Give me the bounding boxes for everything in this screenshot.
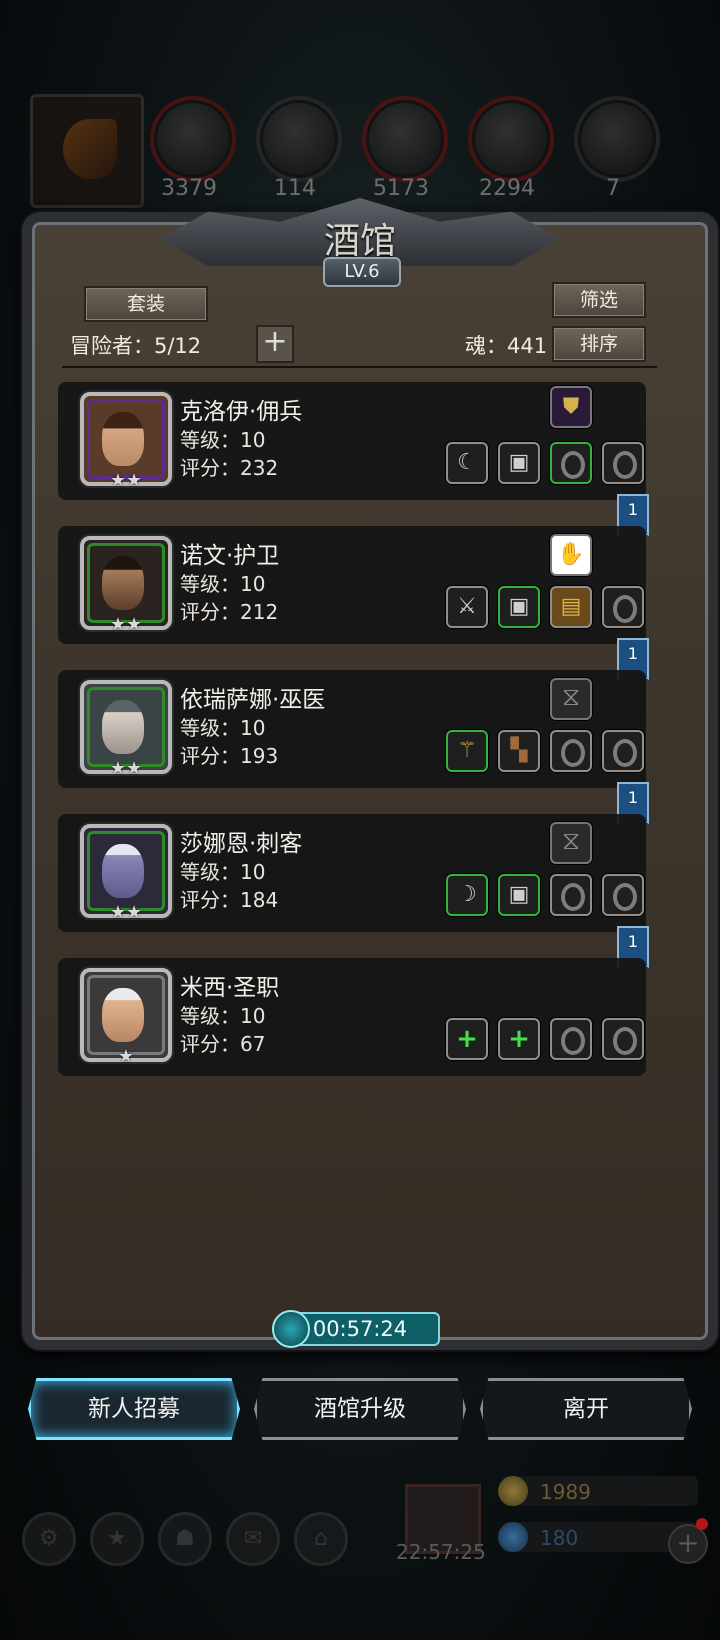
hero-score: 评分：184	[180, 888, 279, 912]
hero-name: 米西·圣职	[180, 975, 280, 1001]
hero-stars: ★★	[109, 902, 143, 923]
gem-icon	[498, 1522, 528, 1552]
empty-ring-slot-icon[interactable]	[602, 730, 644, 772]
hero-card[interactable]: ★★ 依瑞萨娜·巫医 等级：10 评分：193 ⚚ ▚	[58, 670, 646, 788]
hero-face	[102, 412, 144, 466]
meat-value: 3379	[161, 176, 217, 201]
soul-count: 魂：441	[465, 334, 548, 358]
staff-weapon-icon[interactable]: ⚚	[446, 730, 488, 772]
clock-icon	[272, 1310, 310, 1348]
hero-name: 莎娜恩·刺客	[180, 831, 303, 857]
achievement-icon[interactable]: ★	[90, 1512, 144, 1566]
scythe-weapon-icon[interactable]: ☾	[446, 442, 488, 484]
add-currency-button[interactable]: +	[668, 1524, 708, 1564]
armor-icon[interactable]: ▣	[498, 874, 540, 916]
empty-ring-slot-icon[interactable]	[550, 874, 592, 916]
sword-weapon-icon[interactable]: ⚔	[446, 586, 488, 628]
hero-level: 等级：10	[180, 1004, 266, 1028]
ring-slot-icon[interactable]	[550, 442, 592, 484]
class-emblem-icon[interactable]: ⛊	[550, 386, 592, 428]
iron-value: 5173	[373, 176, 429, 201]
hero-name: 诺文·护卫	[180, 543, 280, 569]
gauntlet-icon[interactable]: ✋	[550, 534, 592, 576]
hero-level: 等级：10	[180, 428, 266, 452]
recruit-button[interactable]: 新人招募	[28, 1378, 240, 1440]
gold-bar	[502, 1476, 698, 1506]
hero-level: 等级：10	[180, 572, 266, 596]
settings-icon[interactable]: ⚙	[22, 1512, 76, 1566]
filter-button[interactable]: 筛选	[552, 282, 646, 318]
empty-ring-slot-icon[interactable]	[602, 442, 644, 484]
add-weapon-icon[interactable]: +	[446, 1018, 488, 1060]
gem-value: 180	[540, 1526, 579, 1550]
hero-score: 评分：212	[180, 600, 279, 624]
hero-score: 评分：232	[180, 456, 279, 480]
gold-value: 1989	[540, 1480, 591, 1504]
hero-card[interactable]: ★★ 诺文·护卫 等级：10 评分：212 ✋ ⚔ ▣ ▤	[58, 526, 646, 644]
empty-ring-slot-icon[interactable]	[602, 874, 644, 916]
shop-icon[interactable]: ⌂	[294, 1512, 348, 1566]
treasure-chest-icon[interactable]: ▤	[550, 586, 592, 628]
hero-card[interactable]: ★ 米西·圣职 等级：10 评分：67 + +	[58, 958, 646, 1076]
sort-button[interactable]: 排序	[552, 326, 646, 362]
crystal-resource-icon[interactable]	[468, 96, 554, 182]
hero-level: 等级：10	[180, 860, 266, 884]
horn-icon	[63, 119, 117, 179]
add-slot-button[interactable]: +	[256, 325, 294, 363]
upgrade-tavern-button[interactable]: 酒馆升级	[254, 1378, 466, 1440]
ore-resource-icon[interactable]	[574, 96, 660, 182]
hero-face	[102, 988, 144, 1042]
empty-ring-slot-icon[interactable]	[602, 586, 644, 628]
cloak-armor-icon[interactable]: ▚	[498, 730, 540, 772]
hero-score: 评分：193	[180, 744, 279, 768]
hero-face	[102, 700, 144, 754]
panel-divider	[62, 366, 657, 368]
hero-card[interactable]: ★★ 莎娜恩·刺客 等级：10 评分：184 ☽ ▣	[58, 814, 646, 932]
tavern-level-badge: LV.6	[323, 257, 401, 287]
wood-resource-icon[interactable]	[256, 96, 342, 182]
dagger-weapon-icon[interactable]: ☽	[446, 874, 488, 916]
gold-coin-icon	[498, 1476, 528, 1506]
leader-portrait[interactable]	[30, 94, 144, 208]
armor-icon[interactable]: ▣	[498, 586, 540, 628]
hero-face	[102, 844, 144, 898]
hero-stars: ★★	[109, 614, 143, 635]
add-armor-icon[interactable]: +	[498, 1018, 540, 1060]
hero-name: 依瑞萨娜·巫医	[180, 687, 326, 713]
empty-relic-slot-icon[interactable]	[550, 678, 592, 720]
meat-resource-icon[interactable]	[150, 96, 236, 182]
empty-ring-slot-icon[interactable]	[550, 1018, 592, 1060]
notification-dot	[696, 1518, 708, 1530]
mail-icon[interactable]: ✉	[226, 1512, 280, 1566]
gift-timer: 22:57:25	[396, 1540, 486, 1564]
suit-button[interactable]: 套装	[84, 286, 208, 322]
market-icon[interactable]: ☗	[158, 1512, 212, 1566]
iron-resource-icon[interactable]	[362, 96, 448, 182]
empty-relic-slot-icon[interactable]	[550, 822, 592, 864]
wood-value: 114	[274, 176, 316, 201]
ore-value: 7	[606, 176, 620, 201]
hero-card[interactable]: ★★ 克洛伊·佣兵 等级：10 评分：232 ⛊ ☾ ▣	[58, 382, 646, 500]
armor-icon[interactable]: ▣	[498, 442, 540, 484]
hero-stars: ★★	[109, 470, 143, 491]
hero-level: 等级：10	[180, 716, 266, 740]
hero-face	[102, 556, 144, 610]
hero-score: 评分：67	[180, 1032, 266, 1056]
hero-stars: ★★	[109, 758, 143, 779]
leave-button[interactable]: 离开	[480, 1378, 692, 1440]
adventurer-count: 冒险者：5/12	[70, 334, 202, 358]
hero-name: 克洛伊·佣兵	[180, 399, 303, 425]
hero-stars: ★	[117, 1046, 135, 1067]
empty-ring-slot-icon[interactable]	[550, 730, 592, 772]
crystal-value: 2294	[479, 176, 535, 201]
empty-ring-slot-icon[interactable]	[602, 1018, 644, 1060]
